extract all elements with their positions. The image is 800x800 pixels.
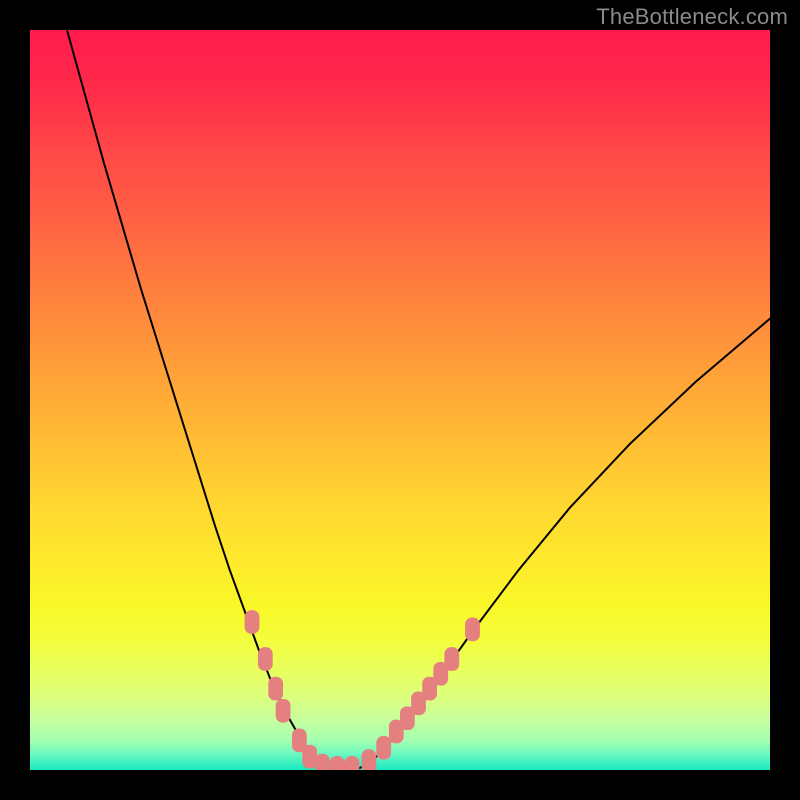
chart-frame: TheBottleneck.com xyxy=(0,0,800,800)
plot-area xyxy=(30,30,770,770)
watermark-label: TheBottleneck.com xyxy=(596,4,788,30)
gradient-background xyxy=(30,30,770,770)
